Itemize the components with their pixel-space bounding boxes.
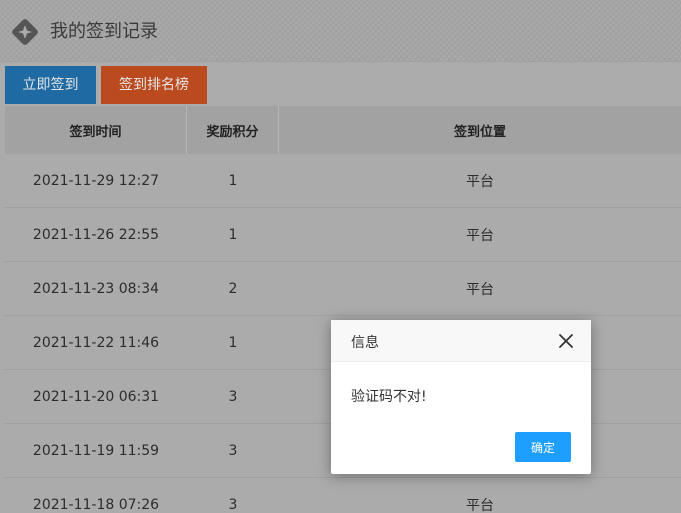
cell-location: 平台 bbox=[466, 227, 494, 244]
cell-time: 2021-11-19 11:59 bbox=[32, 442, 160, 459]
cell-points: 2 bbox=[228, 280, 238, 297]
sign-in-button[interactable]: 立即签到 bbox=[5, 66, 96, 104]
ranking-button[interactable]: 签到排名榜 bbox=[101, 66, 207, 104]
cell-time: 2021-11-18 07:26 bbox=[32, 496, 160, 513]
cell-points: 1 bbox=[228, 226, 238, 243]
cell-points: 3 bbox=[228, 496, 238, 513]
cell-location: 平台 bbox=[466, 173, 494, 190]
dialog-header: 信息 bbox=[331, 320, 591, 362]
column-header-location: 签到位置 bbox=[453, 124, 506, 140]
cell-time: 2021-11-29 12:27 bbox=[32, 172, 160, 189]
table-row: 2021-11-23 08:34 2 平台 bbox=[5, 262, 681, 316]
column-header-points: 奖励积分 bbox=[187, 106, 279, 154]
close-icon[interactable] bbox=[555, 330, 577, 352]
cell-location: 平台 bbox=[466, 281, 494, 298]
dialog-title: 信息 bbox=[351, 335, 379, 351]
table-header: 签到时间 奖励积分 签到位置 bbox=[5, 106, 681, 154]
table-row: 2021-11-29 12:27 1 平台 bbox=[5, 154, 681, 208]
page-header: 我的签到记录 bbox=[0, 0, 681, 62]
diamond-star-icon bbox=[12, 19, 38, 45]
cell-time: 2021-11-26 22:55 bbox=[32, 226, 160, 243]
table-row: 2021-11-18 07:26 3 平台 bbox=[5, 478, 681, 513]
column-header-time: 签到时间 bbox=[5, 106, 187, 154]
cell-points: 1 bbox=[228, 172, 238, 189]
cell-points: 1 bbox=[228, 334, 238, 351]
cell-location: 平台 bbox=[466, 497, 494, 513]
info-dialog: 信息 验证码不对! 确定 bbox=[331, 320, 591, 474]
confirm-button[interactable]: 确定 bbox=[515, 432, 571, 462]
page-title: 我的签到记录 bbox=[50, 21, 158, 42]
cell-time: 2021-11-22 11:46 bbox=[32, 334, 160, 351]
cell-time: 2021-11-23 08:34 bbox=[32, 280, 160, 297]
cell-points: 3 bbox=[228, 442, 238, 459]
cell-time: 2021-11-20 06:31 bbox=[32, 388, 160, 405]
table-row: 2021-11-26 22:55 1 平台 bbox=[5, 208, 681, 262]
dialog-message: 验证码不对! bbox=[351, 389, 427, 405]
cell-points: 3 bbox=[228, 388, 238, 405]
